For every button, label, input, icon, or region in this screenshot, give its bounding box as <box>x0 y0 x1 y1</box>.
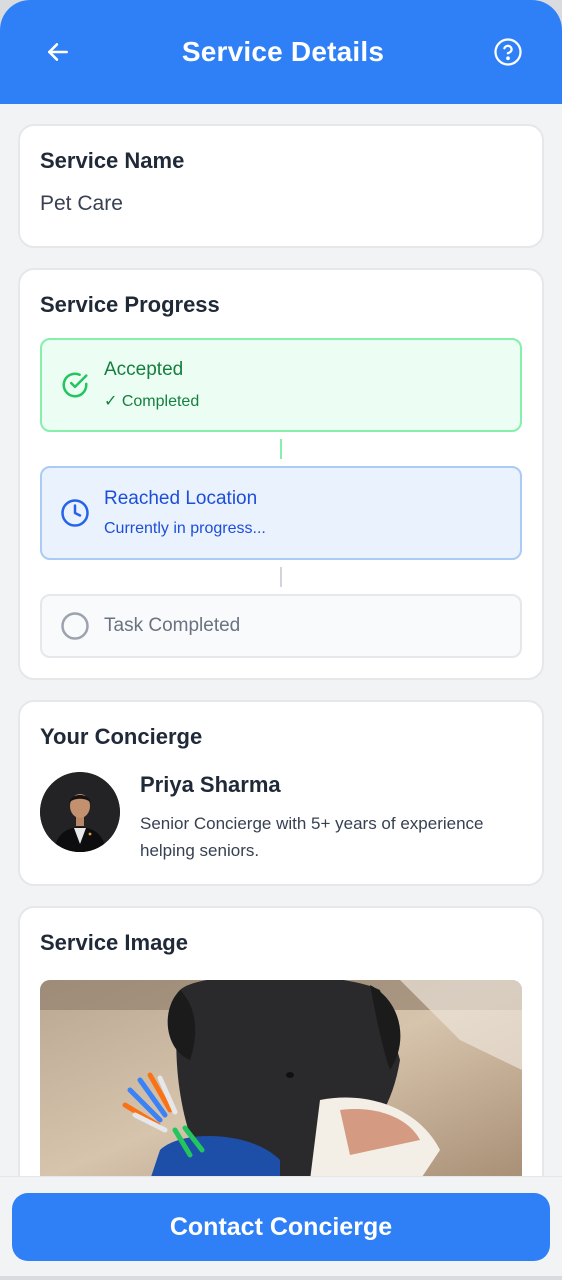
page-title: Service Details <box>181 36 385 67</box>
step-reached-location: Reached Location Currently in progress..… <box>40 466 522 560</box>
clock-icon <box>61 499 89 527</box>
service-name-card: Service Name Pet Care <box>18 124 544 248</box>
step-connector <box>280 439 282 459</box>
main-content: Service Name Pet Care Service Progress A… <box>0 104 562 1206</box>
concierge-card: Your Concierge Priya Sharma Senior Conci… <box>18 700 544 886</box>
check-circle-icon <box>62 372 88 398</box>
empty-circle-icon <box>61 612 89 640</box>
service-image-heading: Service Image <box>40 930 188 955</box>
service-photo[interactable] <box>40 980 522 1180</box>
service-progress-heading: Service Progress <box>40 292 220 317</box>
concierge-name: Priya Sharma <box>140 772 281 797</box>
step-connector <box>280 567 282 587</box>
progress-steps: Accepted ✓ Completed Reached Location Cu… <box>40 338 522 658</box>
step-title: Task Completed <box>104 615 241 636</box>
avatar[interactable] <box>40 772 120 852</box>
step-subtitle: Currently in progress... <box>104 520 266 537</box>
help-circle-icon <box>494 38 522 66</box>
bottom-action-bar: Contact Concierge <box>0 1176 562 1276</box>
step-accepted: Accepted ✓ Completed <box>40 338 522 432</box>
help-button[interactable] <box>490 34 526 70</box>
contact-concierge-button[interactable]: Contact Concierge <box>12 1193 550 1261</box>
back-button[interactable] <box>40 34 76 70</box>
service-name-heading: Service Name <box>40 148 185 173</box>
concierge-photo <box>40 772 120 852</box>
step-task-completed: Task Completed <box>40 594 522 658</box>
service-progress-card: Service Progress Accepted ✓ Completed Re… <box>18 268 544 680</box>
dog-photo <box>40 980 522 1180</box>
concierge-bio: Senior Concierge with 5+ years of experi… <box>140 814 484 860</box>
app-screen: Service Details Service Name Pet Care Se… <box>0 0 562 1276</box>
step-subtitle: ✓ Completed <box>104 393 200 410</box>
concierge-heading: Your Concierge <box>40 724 203 749</box>
step-title: Accepted <box>104 359 184 380</box>
service-name-value: Pet Care <box>40 192 123 215</box>
step-title: Reached Location <box>104 488 258 509</box>
top-app-bar: Service Details <box>0 0 562 104</box>
concierge-profile: Priya Sharma Senior Concierge with 5+ ye… <box>40 772 522 864</box>
arrow-left-icon <box>48 43 68 61</box>
service-image-card: Service Image <box>18 906 544 1206</box>
